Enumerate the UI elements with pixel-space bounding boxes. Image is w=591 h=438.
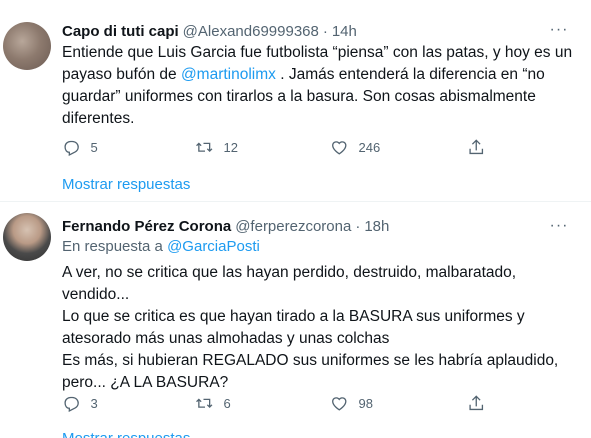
tweet-text: A ver, no se critica que las hayan perdi… (62, 262, 582, 394)
show-replies-link[interactable]: Mostrar respuestas (62, 176, 190, 193)
separator-dot: · (322, 23, 328, 40)
user-handle[interactable]: @Alexand69999368 (183, 23, 319, 40)
tweet-text-line: A ver, no se critica que las hayan perdi… (62, 264, 517, 303)
like-count: 246 (358, 139, 381, 155)
mention-link[interactable]: @martinolimx (181, 66, 276, 83)
share-button[interactable] (467, 394, 486, 413)
tweet[interactable]: Capo di tuti capi @Alexand69999368 · 14h… (0, 0, 591, 193)
reply-icon (64, 140, 79, 156)
tweet-header: Capo di tuti capi @Alexand69999368 · 14h (62, 23, 357, 43)
reply-button[interactable]: 3 (62, 394, 98, 413)
reply-button[interactable]: 5 (62, 138, 98, 157)
more-options-icon[interactable]: ··· (549, 216, 569, 236)
retweet-icon (196, 142, 213, 152)
tweet-header: Fernando Pérez Corona @ferperezcorona · … (62, 218, 389, 238)
share-button[interactable] (467, 138, 486, 157)
reply-count: 3 (90, 395, 98, 411)
reply-context: En respuesta a @GarciaPosti (62, 238, 260, 255)
display-name[interactable]: Capo di tuti capi (62, 23, 179, 40)
like-button[interactable]: 98 (330, 394, 373, 413)
tweet-text: Entiende que Luis Garcia fue futbolista … (62, 42, 582, 130)
tweet-actions: 3 6 98 (58, 392, 498, 414)
like-count: 98 (358, 395, 373, 411)
reply-to-mention[interactable]: @GarciaPosti (167, 238, 260, 255)
separator-dot: · (355, 218, 361, 235)
avatar[interactable] (3, 213, 51, 261)
heart-icon (332, 141, 347, 155)
heart-icon (332, 397, 347, 411)
share-icon (469, 139, 484, 154)
reply-context-label: En respuesta a (62, 238, 168, 255)
timestamp[interactable]: 18h (364, 218, 389, 235)
reply-count: 5 (90, 139, 98, 155)
retweet-count: 6 (223, 395, 231, 411)
retweet-button[interactable]: 12 (195, 138, 238, 157)
divider (0, 201, 591, 202)
avatar[interactable] (3, 22, 51, 70)
timestamp[interactable]: 14h (332, 23, 357, 40)
show-replies-link[interactable]: Mostrar respuestas (62, 430, 190, 438)
tweet-text-line: Lo que se critica es que hayan tirado a … (62, 308, 525, 347)
retweet-button[interactable]: 6 (195, 394, 231, 413)
share-icon (469, 395, 484, 410)
retweet-icon (196, 398, 213, 408)
display-name[interactable]: Fernando Pérez Corona (62, 218, 231, 235)
user-handle[interactable]: @ferperezcorona (235, 218, 351, 235)
reply-icon (64, 396, 79, 412)
more-options-icon[interactable]: ··· (549, 20, 569, 40)
retweet-count: 12 (223, 139, 238, 155)
tweet-actions: 5 12 246 (58, 136, 498, 158)
like-button[interactable]: 246 (330, 138, 380, 157)
tweet-text-line: Es más, si hubieran REGALADO sus uniform… (62, 352, 559, 391)
tweet[interactable]: Fernando Pérez Corona @ferperezcorona · … (0, 209, 591, 438)
